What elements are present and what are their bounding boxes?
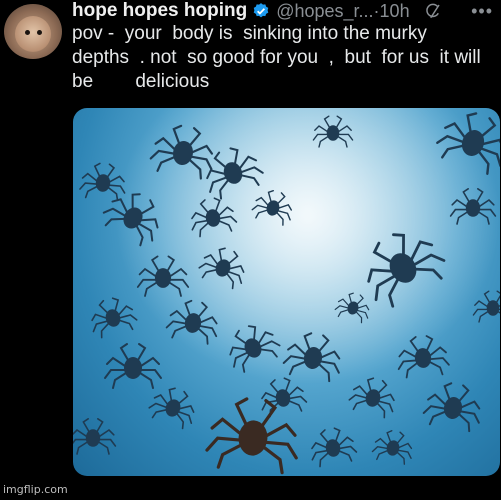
- tweet-text: pov - your body is sinking into the murk…: [72, 23, 481, 92]
- display-name[interactable]: hope hopes hoping: [72, 0, 247, 22]
- avatar-eye-right: [37, 30, 42, 35]
- verified-badge-icon: [253, 3, 269, 18]
- more-options-icon[interactable]: •••: [471, 1, 493, 22]
- avatar-eye-left: [25, 30, 30, 35]
- tweet-media-image[interactable]: [73, 108, 500, 476]
- avatar[interactable]: [4, 4, 62, 59]
- grok-icon[interactable]: [424, 2, 442, 20]
- crabs-underwater-photo: [73, 108, 500, 476]
- tweet-header: hope hopes hoping @hopes_r... ·10h •••: [72, 0, 497, 22]
- avatar-face: [15, 16, 51, 52]
- timestamp[interactable]: ·10h: [374, 1, 410, 22]
- user-handle[interactable]: @hopes_r...: [276, 1, 373, 22]
- watermark: imgflip.com: [3, 483, 68, 496]
